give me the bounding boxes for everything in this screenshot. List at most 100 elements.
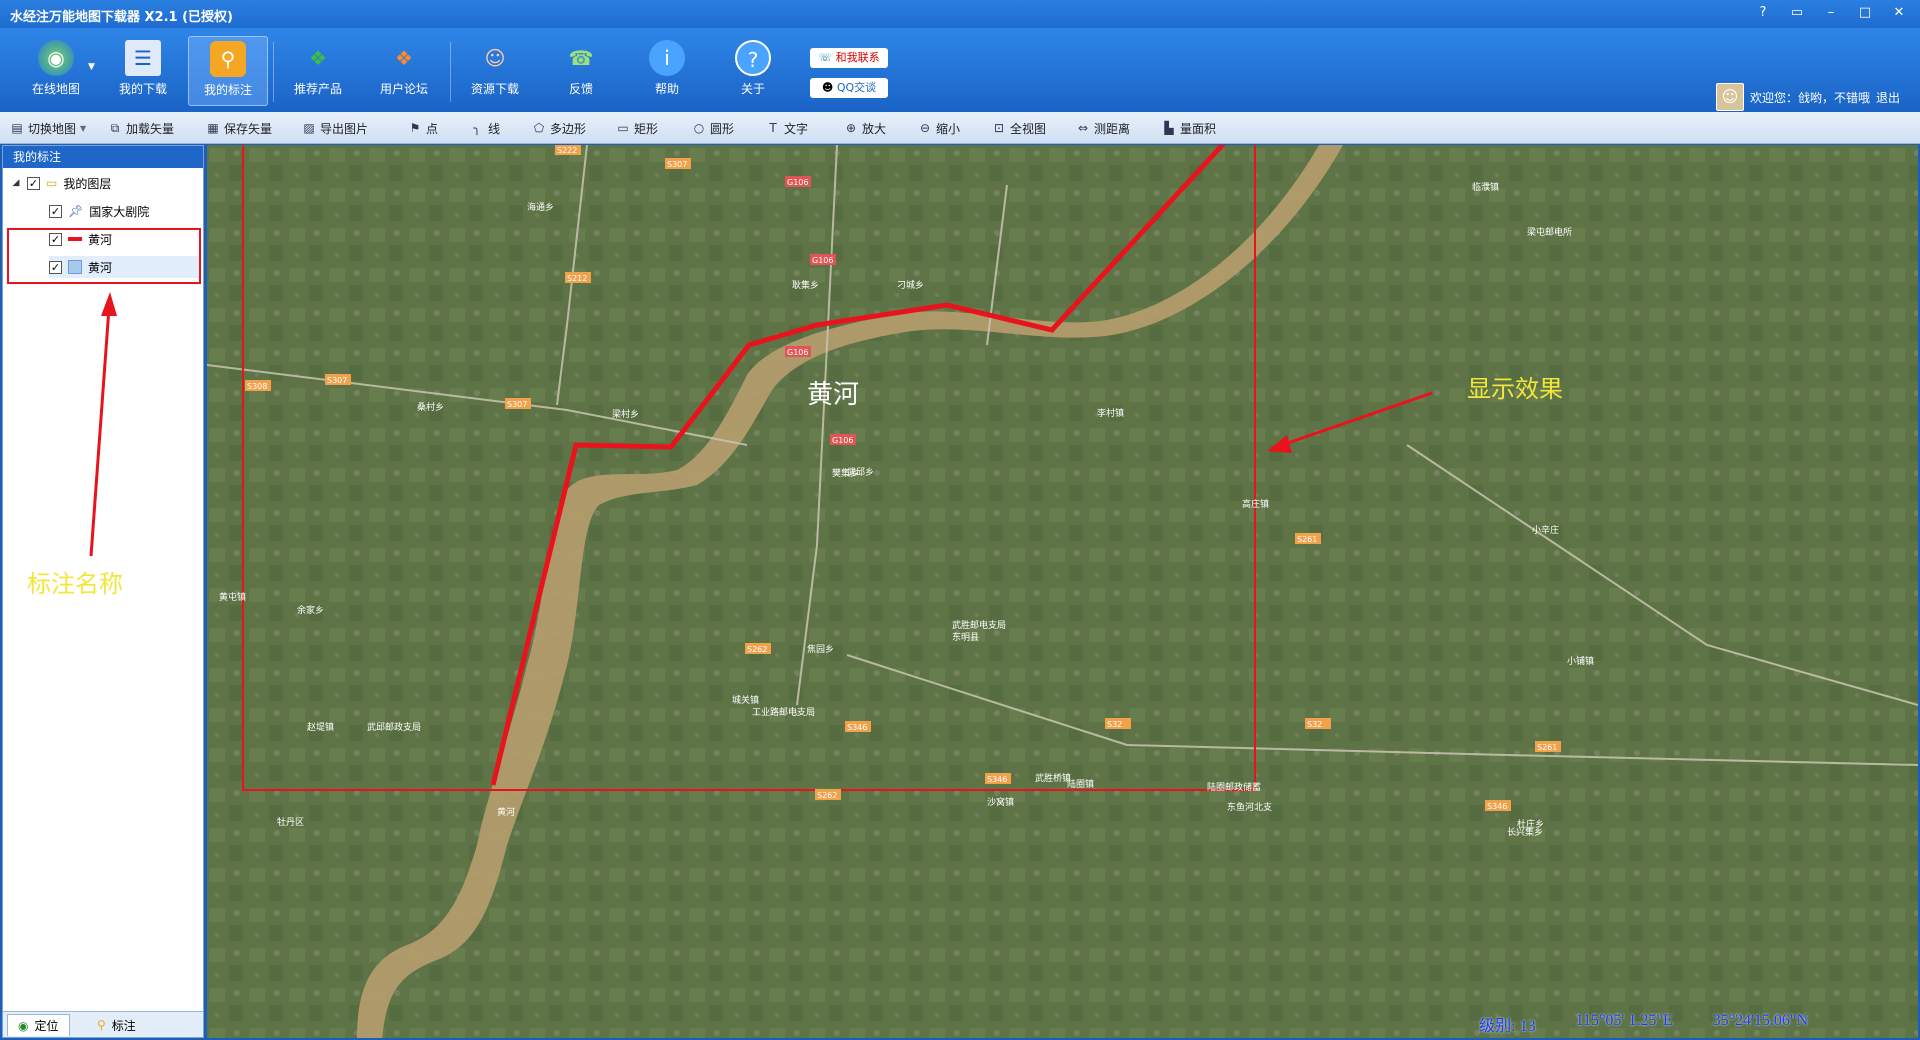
- place-label: 高庄镇: [1242, 498, 1269, 510]
- full-view-label: 全视图: [1010, 121, 1047, 136]
- online-map-button[interactable]: ◉ 在线地图: [16, 36, 96, 106]
- polygon-tool-button[interactable]: ⬠ 多边形: [532, 119, 586, 137]
- tab-label: 定位: [34, 1019, 59, 1033]
- recommended-products-label: 推荐产品: [293, 82, 342, 96]
- place-label: 城关镇: [732, 694, 759, 706]
- export-image-icon: ▨: [303, 121, 315, 135]
- tree-node-label: 国家大剧院: [89, 204, 150, 219]
- panel-tabs: ◉ 定位 ⚲ 标注: [3, 1011, 203, 1037]
- globe-icon: ◉: [38, 40, 74, 76]
- zoom-in-button[interactable]: ⊕ 放大: [844, 119, 886, 137]
- rectangle-tool-label: 矩形: [634, 121, 659, 136]
- highlight-box: [7, 228, 201, 284]
- user-forum-button[interactable]: ❖ 用户论坛: [364, 36, 444, 106]
- place-label: 武邱邮政支局: [367, 721, 421, 733]
- road-label: S32: [1307, 720, 1322, 729]
- place-label: 工业路邮电支局: [752, 706, 815, 718]
- marker-icon: ⚲: [97, 1018, 106, 1032]
- save-icon: ▦: [207, 121, 219, 135]
- minimize-button[interactable]: –: [1818, 3, 1844, 23]
- load-vector-button[interactable]: ⧉ 加载矢量: [108, 119, 174, 137]
- point-icon: ⚑: [409, 121, 421, 135]
- maximize-button[interactable]: □: [1852, 3, 1878, 23]
- measure-distance-button[interactable]: ⇔ 测距离: [1076, 119, 1130, 137]
- about-button[interactable]: ? 关于: [713, 36, 793, 106]
- save-vector-label: 保存矢量: [224, 121, 273, 136]
- info-icon: i: [649, 40, 685, 76]
- chevron-down-icon: ▼: [80, 123, 87, 133]
- measure-area-button[interactable]: ▙ 量面积: [1162, 119, 1216, 137]
- text-tool-button[interactable]: T 文字: [766, 119, 808, 137]
- avatar[interactable]: ☺: [1715, 83, 1744, 111]
- logout-link[interactable]: 退出: [1876, 89, 1900, 106]
- point-tool-button[interactable]: ⚑ 点: [408, 119, 438, 137]
- help-label: 帮助: [654, 82, 679, 96]
- user-area: ☺ 欢迎您：戗哟，不错哦 退出: [1715, 82, 1900, 112]
- circle-tool-label: 圆形: [710, 121, 735, 136]
- close-button[interactable]: ✕: [1886, 3, 1912, 23]
- rectangle-tool-button[interactable]: ▭ 矩形: [616, 119, 658, 137]
- circle-tool-button[interactable]: ○ 圆形: [692, 119, 734, 137]
- chevron-down-icon[interactable]: ▼: [88, 62, 95, 72]
- point-tool-label: 点: [426, 121, 439, 136]
- title-bar: 水经注万能地图下载器 X2.1 (已授权) ? ▭ – □ ✕: [0, 0, 1920, 28]
- road-label: S307: [667, 160, 687, 169]
- tab-label: 标注: [111, 1018, 136, 1033]
- layer-checkbox[interactable]: ✓: [27, 176, 40, 190]
- layer-checkbox[interactable]: ✓: [49, 204, 62, 218]
- status-bar: 级别: 13 115°05' 1.25"E 35°24'15.06"N: [1479, 1012, 1808, 1036]
- my-downloads-button[interactable]: ☰ 我的下载: [103, 36, 183, 106]
- zoom-out-label: 缩小: [936, 121, 961, 136]
- line-icon: ╮: [473, 121, 481, 135]
- tree-node-my-layers[interactable]: ◢ ✓ ▭ 我的图层: [11, 172, 112, 194]
- feedback-button[interactable]: ☎ 反馈: [541, 36, 621, 106]
- zoom-level-readout: 级别: 13: [1479, 1018, 1536, 1035]
- folder-icon: ▭: [46, 176, 58, 190]
- expand-icon[interactable]: ◢: [11, 178, 21, 188]
- river-name-label: 黄河: [807, 380, 859, 410]
- recommended-products-button[interactable]: ❖ 推荐产品: [278, 36, 358, 106]
- satellite-map[interactable]: 显示效果 黄河 S222 S307 G106 S212 S308 S307 S307 G106…: [207, 145, 1918, 1038]
- contact-me-button[interactable]: ☏ 和我联系: [810, 48, 888, 68]
- map-view[interactable]: 显示效果 黄河 S222 S307 G106 S212 S308 S307 S307 G106…: [207, 145, 1918, 1038]
- cubes-icon: ❖: [309, 46, 327, 70]
- compact-window-button[interactable]: ▭: [1784, 3, 1810, 23]
- my-annotations-label: 我的标注: [203, 83, 252, 97]
- my-annotations-button[interactable]: ⚲ 我的标注: [188, 36, 268, 106]
- tab-annotations[interactable]: ⚲ 标注: [87, 1014, 146, 1036]
- longitude-readout: 115°05' 1.25"E: [1575, 1012, 1673, 1029]
- export-image-button[interactable]: ▨ 导出图片: [302, 119, 368, 137]
- annotation-arrow: [89, 292, 117, 557]
- toolbar-divider: [450, 42, 451, 102]
- annotation-callout-text: 标注名称: [27, 570, 123, 598]
- pushpin-icon: 📌︎: [68, 204, 84, 218]
- place-label: 耿集乡: [792, 279, 819, 291]
- zoom-out-button[interactable]: ⊖ 缩小: [918, 119, 960, 137]
- zoom-in-label: 放大: [862, 121, 887, 136]
- contact-icon: ☏: [818, 51, 836, 64]
- place-label: 武胜邮电支局: [952, 619, 1006, 631]
- full-view-button[interactable]: ⊡ 全视图: [992, 119, 1046, 137]
- tab-locate[interactable]: ◉ 定位: [7, 1014, 70, 1036]
- latitude-readout: 35°24'15.06"N: [1712, 1012, 1808, 1029]
- road-label: S222: [557, 146, 577, 155]
- tree-node-national-theatre[interactable]: ✓ 📌︎ 国家大剧院: [49, 200, 149, 222]
- road-label: S212: [567, 274, 587, 283]
- my-downloads-label: 我的下载: [118, 82, 167, 96]
- place-label: 杜庄乡: [1517, 818, 1544, 830]
- place-label: 刁城乡: [897, 280, 924, 291]
- road-label: S346: [847, 723, 867, 732]
- text-icon: T: [769, 121, 777, 135]
- line-tool-button[interactable]: ╮ 线: [470, 119, 500, 137]
- road-label: S262: [747, 645, 767, 654]
- switch-map-label: 切换地图: [28, 121, 77, 136]
- qq-chat-button[interactable]: ☻ QQ交谈: [810, 78, 888, 98]
- place-label: 小辛庄: [1532, 524, 1559, 536]
- main-toolbar: ◉ 在线地图 ▼ ☰ 我的下载 ⚲ 我的标注 ❖ 推荐产品 ❖ 用户论坛 ☺ 资…: [0, 28, 1920, 112]
- help-button[interactable]: i 帮助: [627, 36, 707, 106]
- load-vector-icon: ⧉: [110, 121, 120, 135]
- help-window-button[interactable]: ?: [1750, 3, 1776, 23]
- resource-download-button[interactable]: ☺ 资源下载: [455, 36, 535, 106]
- save-vector-button[interactable]: ▦ 保存矢量: [206, 119, 272, 137]
- switch-map-button[interactable]: ▤ 切换地图 ▼: [10, 119, 86, 137]
